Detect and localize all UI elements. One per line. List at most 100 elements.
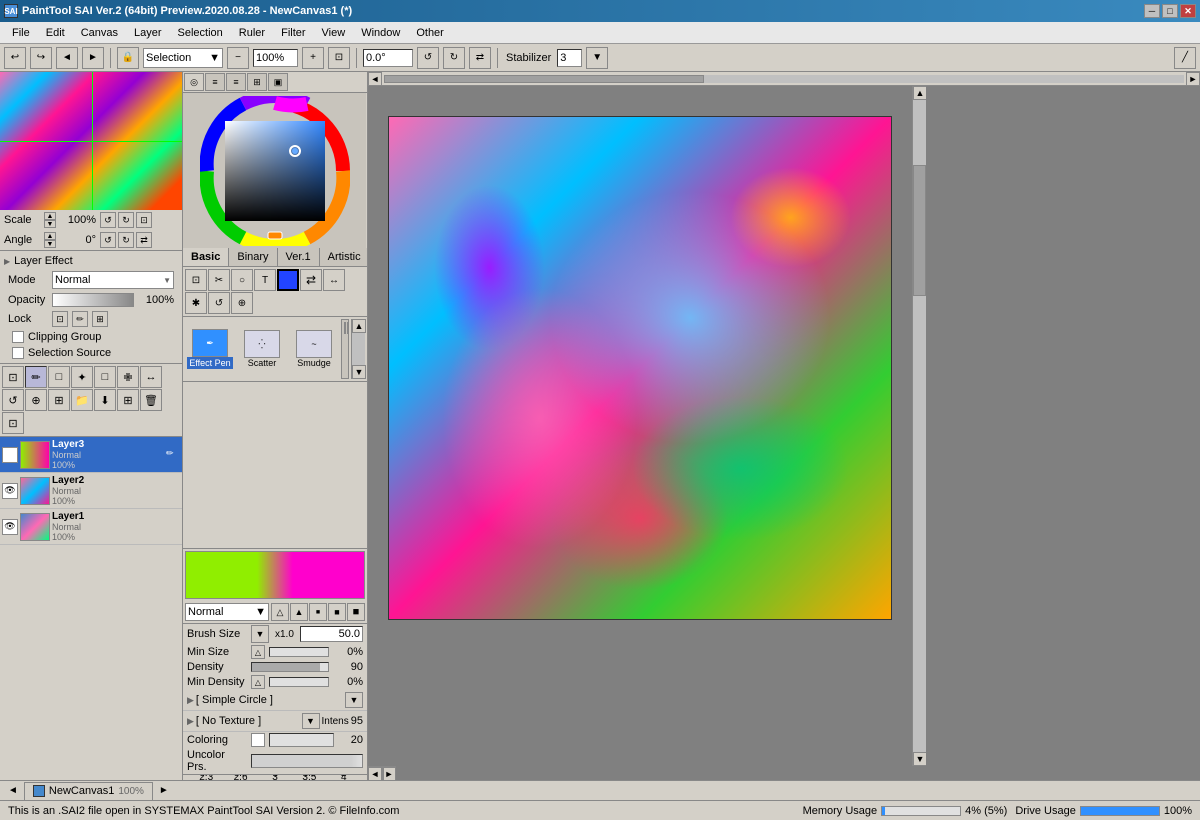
preset-cell-1[interactable] bbox=[344, 322, 346, 334]
menu-view[interactable]: View bbox=[314, 25, 354, 41]
tool-zoom[interactable]: ↔ bbox=[140, 366, 162, 388]
angle-spinners[interactable]: ▲ ▼ bbox=[44, 232, 56, 248]
brush-tab-basic[interactable]: Basic bbox=[183, 248, 229, 266]
scale-reset[interactable]: ↺ bbox=[100, 212, 116, 228]
menu-other[interactable]: Other bbox=[408, 25, 452, 41]
clipping-group-checkbox[interactable] bbox=[12, 331, 24, 343]
scroll-right-arrow[interactable]: ► bbox=[382, 767, 396, 781]
brush-type-lasso[interactable]: ✂ bbox=[208, 269, 230, 291]
close-button[interactable]: ✕ bbox=[1180, 4, 1196, 18]
layer-item-3[interactable]: 👁 Layer3 Normal 100% ✏ bbox=[0, 437, 182, 473]
preset-cell-2[interactable] bbox=[347, 322, 349, 334]
layer-item-2[interactable]: 👁 Layer2 Normal 100% bbox=[0, 473, 182, 509]
scale-up[interactable]: ▲ bbox=[44, 212, 56, 220]
toolbar-pen-icon[interactable]: ╱ bbox=[1174, 47, 1196, 69]
tab-newcanvas1[interactable]: NewCanvas1 100% bbox=[24, 782, 153, 800]
brush-effect-pen[interactable]: ✒ Effect Pen bbox=[185, 329, 235, 369]
tool-rectangle[interactable]: ⊞ bbox=[48, 389, 70, 411]
color-tab-wheel[interactable]: ◎ bbox=[184, 73, 204, 91]
color-wheel-svg[interactable] bbox=[200, 96, 350, 246]
brush-type-zoom[interactable]: ✱ bbox=[185, 292, 207, 314]
tool-pencil[interactable]: ✏ bbox=[25, 366, 47, 388]
preset-scroll-down[interactable]: ▼ bbox=[352, 365, 366, 379]
color-tab-grid[interactable]: ⊞ bbox=[247, 73, 267, 91]
shape-square-medium[interactable]: ■ bbox=[328, 603, 346, 621]
preset-scroll-up[interactable]: ▲ bbox=[352, 319, 366, 333]
scale-spinners[interactable]: ▲ ▼ bbox=[44, 212, 56, 228]
shape-triangle-filled[interactable]: ▲ bbox=[290, 603, 308, 621]
texture-expand-icon[interactable]: ▶ bbox=[187, 716, 194, 727]
menu-filter[interactable]: Filter bbox=[273, 25, 313, 41]
tool-new-folder[interactable]: 📁 bbox=[71, 389, 93, 411]
scroll-up-arrow[interactable]: ▲ bbox=[913, 86, 926, 100]
canvas-thumbnail[interactable] bbox=[0, 72, 183, 210]
brush-type-text[interactable]: T bbox=[254, 269, 276, 291]
coloring-checkbox[interactable] bbox=[251, 733, 265, 747]
brush-tab-ver1[interactable]: Ver.1 bbox=[278, 248, 320, 266]
brush-scatter[interactable]: ⁛ Scatter bbox=[237, 330, 287, 368]
toolbar-redo[interactable]: ↪ bbox=[30, 47, 52, 69]
toolbar-zoom-fit[interactable]: ⊡ bbox=[328, 47, 350, 69]
canvas-viewport[interactable] bbox=[368, 86, 912, 766]
preset-scrollbar[interactable]: ▲ ▼ bbox=[351, 319, 365, 379]
toolbar-flip-h[interactable]: ⇄ bbox=[469, 47, 491, 69]
menu-layer[interactable]: Layer bbox=[126, 25, 170, 41]
uncolor-slider[interactable] bbox=[251, 754, 363, 768]
color-tab-swatch[interactable]: ▣ bbox=[268, 73, 288, 91]
scale-down[interactable]: ▼ bbox=[44, 220, 56, 228]
shape-triangle-outline[interactable]: △ bbox=[271, 603, 289, 621]
canvas-nav-right[interactable]: ► bbox=[1186, 72, 1200, 86]
menu-ruler[interactable]: Ruler bbox=[231, 25, 273, 41]
tab-left-arrow[interactable]: ◄ bbox=[4, 785, 22, 796]
canvas-vertical-scrollbar[interactable]: ▲ ▼ bbox=[912, 86, 926, 766]
coloring-slider[interactable] bbox=[269, 733, 334, 747]
stabilizer-dropdown[interactable]: ▼ bbox=[586, 47, 608, 69]
tool-move[interactable]: ✙ bbox=[117, 366, 139, 388]
shape-square-small[interactable]: ■ bbox=[309, 603, 327, 621]
tool-fill[interactable]: □ bbox=[94, 366, 116, 388]
artwork[interactable] bbox=[388, 116, 892, 620]
color-wheel-area[interactable] bbox=[183, 93, 366, 248]
angle-ccw[interactable]: ↻ bbox=[118, 232, 134, 248]
layer-1-visibility[interactable]: 👁 bbox=[2, 519, 18, 535]
tool-extra[interactable]: ⊡ bbox=[2, 412, 24, 434]
min-size-slider[interactable] bbox=[269, 647, 329, 657]
density-slider[interactable] bbox=[251, 662, 329, 672]
tool-bucket[interactable]: ⊕ bbox=[25, 389, 47, 411]
canvas-horizontal-scrollbar[interactable]: ◄ ► bbox=[368, 766, 396, 780]
toolbar-undo[interactable]: ↩ bbox=[4, 47, 26, 69]
menu-selection[interactable]: Selection bbox=[170, 25, 231, 41]
layer-3-visibility[interactable]: 👁 bbox=[2, 447, 18, 463]
tool-delete[interactable]: 🗑 bbox=[140, 389, 162, 411]
brush-type-select[interactable]: ⊡ bbox=[185, 269, 207, 291]
shape-section-dropdown[interactable]: ▼ bbox=[345, 692, 363, 708]
maximize-button[interactable]: □ bbox=[1162, 4, 1178, 18]
min-density-slider[interactable] bbox=[269, 677, 329, 687]
angle-up[interactable]: ▲ bbox=[44, 232, 56, 240]
tool-rotate[interactable]: ↺ bbox=[2, 389, 24, 411]
lock-position-btn[interactable]: ⊞ bbox=[92, 311, 108, 327]
mode-dropdown[interactable]: Normal ▼ bbox=[52, 271, 174, 289]
brush-preset-scroll[interactable] bbox=[341, 319, 349, 379]
texture-section-dropdown[interactable]: ▼ bbox=[302, 713, 320, 729]
scroll-left-arrow[interactable]: ◄ bbox=[368, 767, 382, 781]
minimize-button[interactable]: ─ bbox=[1144, 4, 1160, 18]
tool-lasso[interactable]: ✦ bbox=[71, 366, 93, 388]
brush-tab-binary[interactable]: Binary bbox=[229, 248, 277, 266]
swap-colors-btn[interactable]: ⇄ bbox=[300, 269, 322, 291]
color-tab-rgb[interactable]: ≡ bbox=[226, 73, 246, 91]
brush-mode-dropdown[interactable]: Normal ▼ bbox=[185, 603, 269, 621]
layer-2-visibility[interactable]: 👁 bbox=[2, 483, 18, 499]
angle-down[interactable]: ▼ bbox=[44, 240, 56, 248]
scale-100[interactable]: ⊡ bbox=[136, 212, 152, 228]
canvas-h-nav-track[interactable] bbox=[384, 75, 1184, 83]
tool-eraser[interactable]: □ bbox=[48, 366, 70, 388]
brush-size-dropdown[interactable]: ▼ bbox=[251, 625, 269, 643]
toolbar-next[interactable]: ► bbox=[82, 47, 104, 69]
brush-type-circle[interactable]: ○ bbox=[231, 269, 253, 291]
canvas-nav-left[interactable]: ◄ bbox=[368, 72, 382, 86]
brush-type-fill[interactable]: ⊕ bbox=[231, 292, 253, 314]
tool-duplicate[interactable]: ⊞ bbox=[117, 389, 139, 411]
angle-reset[interactable]: ↺ bbox=[100, 232, 116, 248]
selection-dropdown[interactable]: Selection ▼ bbox=[143, 48, 223, 68]
